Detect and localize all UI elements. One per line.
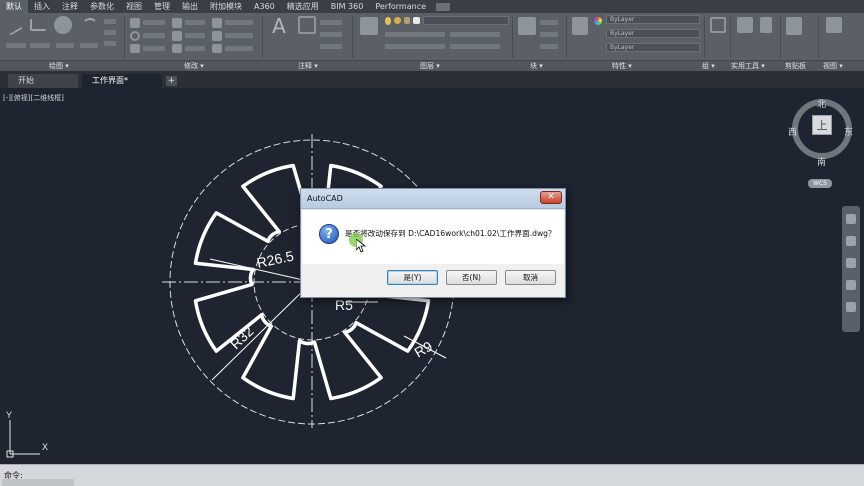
orbit-icon[interactable] [846, 280, 856, 290]
panel-title-group[interactable]: 组 ▾ [702, 61, 715, 71]
panel-title-draw[interactable]: 绘图 ▾ [49, 61, 69, 71]
tab-performance[interactable]: Performance [369, 0, 432, 13]
lineweight-dropdown[interactable]: ByLayer [606, 43, 700, 52]
polyline-tool-icon[interactable] [30, 19, 46, 31]
mirror-tool-icon[interactable] [172, 31, 182, 41]
compass-west[interactable]: 西 [788, 125, 797, 138]
navigation-bar [842, 206, 860, 332]
tab-parametric[interactable]: 参数化 [84, 0, 120, 13]
doc-tab-work-interface[interactable]: 工作界面* [82, 74, 162, 88]
question-icon: ? [319, 224, 339, 244]
color-wheel-icon[interactable] [594, 17, 602, 25]
dialog-title: AutoCAD [307, 194, 343, 203]
close-button[interactable]: ✕ [540, 191, 562, 204]
ucs-icon: Y X [6, 410, 48, 458]
panel-title-clipboard[interactable]: 剪贴板 [785, 61, 806, 71]
linetype-dropdown[interactable]: ByLayer [606, 29, 700, 38]
panel-title-modify[interactable]: 修改 ▾ [184, 61, 204, 71]
stretch-tool-icon[interactable] [172, 44, 182, 53]
showmotion-icon[interactable] [846, 302, 856, 312]
autocad-window: 默认 插入 注释 参数化 视图 管理 输出 附加模块 A360 精选应用 BIM… [0, 0, 864, 486]
command-line[interactable]: 命令: [0, 464, 864, 486]
panel-title-layer[interactable]: 图层 ▾ [420, 61, 440, 71]
dim-text-r32: R32 [227, 323, 257, 352]
layer-color-icon[interactable] [413, 17, 420, 24]
dialog-message: 是否将改动保存到 D:\CAD16work\ch01.02\工作界面.dwg？ [345, 229, 556, 238]
panel-title-utilities[interactable]: 实用工具 ▾ [731, 61, 765, 71]
trim-tool-icon[interactable] [172, 18, 182, 28]
fillet-tool-icon[interactable] [212, 18, 222, 28]
match-properties-icon[interactable] [572, 17, 588, 35]
command-input[interactable] [2, 479, 74, 486]
view-panel-icon[interactable] [826, 17, 842, 33]
ribbon-panel-titles: 绘图 ▾ 修改 ▾ 注释 ▾ 图层 ▾ 块 ▾ 特性 ▾ 组 ▾ 实用工具 ▾ … [0, 61, 864, 71]
tab-output[interactable]: 输出 [176, 0, 204, 13]
quick-calc-icon[interactable] [760, 17, 772, 33]
ribbon-minimize-icon[interactable] [436, 2, 451, 11]
dim-text-r5: R5 [335, 297, 353, 313]
tab-a360[interactable]: A360 [248, 0, 281, 13]
no-button[interactable]: 否(N) [446, 270, 497, 285]
tab-insert[interactable]: 插入 [28, 0, 56, 13]
line-tool-icon[interactable] [3, 16, 23, 36]
wcs-menu[interactable]: WCS [808, 179, 832, 188]
tab-default[interactable]: 默认 [0, 0, 28, 13]
paste-icon[interactable] [786, 17, 802, 35]
lightbulb-icon[interactable] [385, 17, 391, 25]
layer-properties-icon[interactable] [360, 17, 378, 35]
insert-block-icon[interactable] [518, 17, 536, 35]
cancel-button[interactable]: 取消 [505, 270, 556, 285]
layer-dropdown[interactable] [423, 16, 509, 25]
save-changes-dialog: AutoCAD ✕ ? 是否将改动保存到 D:\CAD16work\ch01.0… [300, 188, 566, 298]
panel-title-view[interactable]: 视图 ▾ [823, 61, 843, 71]
tab-annotate[interactable]: 注释 [56, 0, 84, 13]
steering-wheel-icon[interactable] [846, 214, 856, 224]
ucs-y-label: Y [6, 410, 12, 420]
tab-featured-apps[interactable]: 精选应用 [281, 0, 325, 13]
compass-east[interactable]: 东 [844, 125, 853, 138]
arc-tool-icon[interactable] [82, 18, 98, 34]
compass-south[interactable]: 南 [817, 155, 826, 168]
tab-view[interactable]: 视图 [120, 0, 148, 13]
tab-bim360[interactable]: BIM 360 [325, 0, 370, 13]
dim-text-r26: R26.5 [255, 247, 295, 270]
circle-tool-icon[interactable] [54, 16, 72, 34]
panel-title-annotate[interactable]: 注释 ▾ [298, 61, 318, 71]
measure-icon[interactable] [737, 17, 753, 33]
panel-title-properties[interactable]: 特性 ▾ [612, 61, 632, 71]
dialog-body: ? 是否将改动保存到 D:\CAD16work\ch01.02\工作界面.dwg… [302, 210, 564, 264]
scale-tool-icon[interactable] [212, 31, 222, 41]
tab-addins[interactable]: 附加模块 [204, 0, 248, 13]
doc-tab-start[interactable]: 开始 [8, 74, 78, 88]
ribbon-panels: A ByLayer ByLayer ByLayer [0, 13, 864, 61]
dimension-tool-icon[interactable] [298, 16, 316, 34]
panel-title-block[interactable]: 块 ▾ [530, 61, 543, 71]
yes-button[interactable]: 是(Y) [387, 270, 438, 285]
zoom-extents-icon[interactable] [846, 258, 856, 268]
pan-icon[interactable] [846, 236, 856, 246]
ribbon-tab-bar: 默认 插入 注释 参数化 视图 管理 输出 附加模块 A360 精选应用 BIM… [0, 0, 864, 13]
compass-north[interactable]: 北 [817, 97, 826, 110]
document-tab-bar: 开始 工作界面* + [0, 71, 864, 88]
copy-tool-icon[interactable] [130, 44, 140, 53]
move-tool-icon[interactable] [130, 18, 140, 28]
dialog-title-bar[interactable]: AutoCAD ✕ [301, 189, 565, 209]
rotate-tool-icon[interactable] [130, 31, 140, 41]
group-icon[interactable] [710, 17, 726, 33]
tab-manage[interactable]: 管理 [148, 0, 176, 13]
color-dropdown[interactable]: ByLayer [606, 15, 700, 24]
new-tab-button[interactable]: + [166, 76, 177, 86]
viewcube-top-face[interactable]: 上 [812, 115, 832, 135]
lock-icon[interactable] [404, 17, 410, 24]
viewcube[interactable]: 北 南 东 西 上 [788, 97, 854, 177]
sun-icon[interactable] [394, 17, 401, 24]
mouse-cursor-icon [356, 239, 366, 253]
text-tool-icon[interactable]: A [270, 15, 288, 37]
ucs-x-label: X [42, 442, 48, 452]
array-tool-icon[interactable] [212, 44, 222, 53]
